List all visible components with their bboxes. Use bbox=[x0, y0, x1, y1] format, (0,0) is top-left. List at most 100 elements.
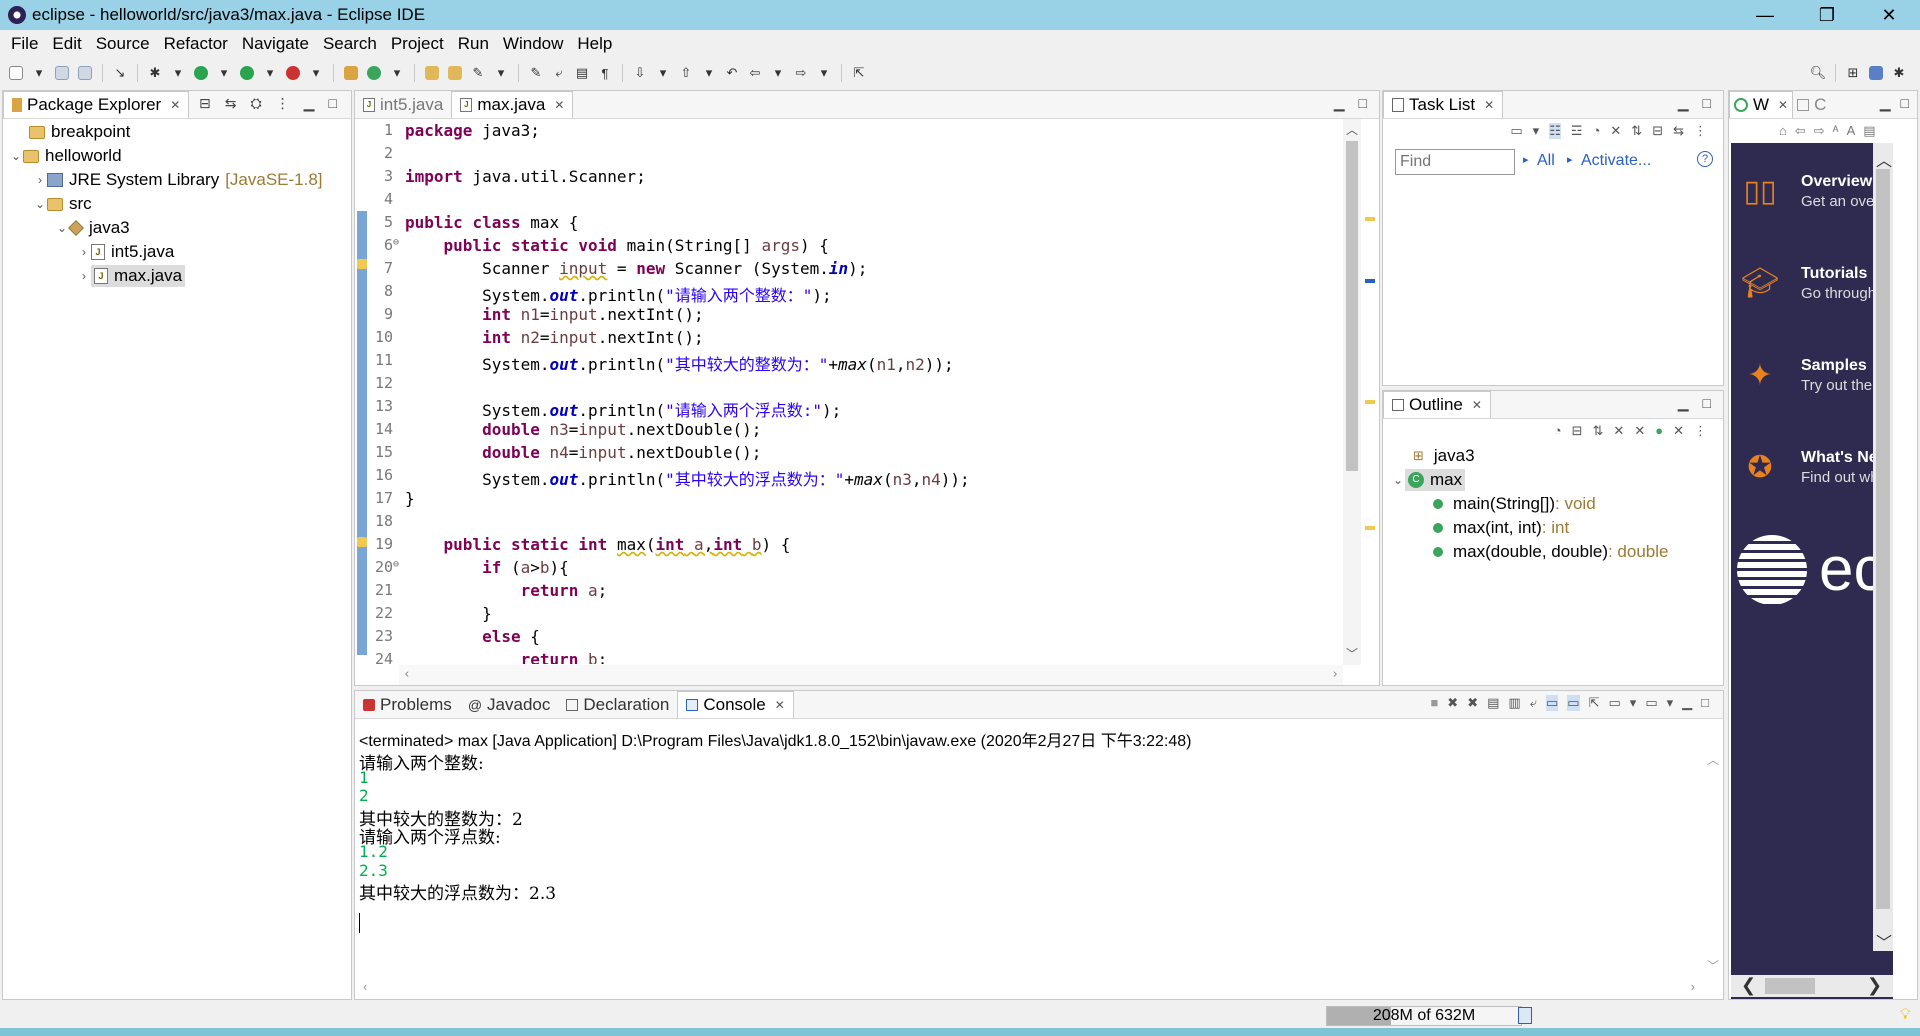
open-type-icon[interactable] bbox=[422, 63, 442, 83]
chevron-down-icon[interactable]: ⌄ bbox=[33, 197, 47, 211]
close-icon[interactable]: ✕ bbox=[1472, 398, 1482, 412]
new-java-package-icon[interactable] bbox=[341, 63, 361, 83]
home-icon[interactable]: ⌂ bbox=[1779, 123, 1787, 139]
previous-annotation-icon[interactable]: ⇧ bbox=[676, 63, 696, 83]
save-all-icon[interactable] bbox=[75, 63, 95, 83]
show-whitespace-icon[interactable]: ¶ bbox=[595, 63, 615, 83]
code-line[interactable]: System.out.println("其中较大的整数为："+max(n1,n2… bbox=[405, 351, 954, 375]
tab-task-list[interactable]: Task List ✕ bbox=[1383, 91, 1504, 118]
tab-int5-java[interactable]: J int5.java bbox=[355, 91, 451, 118]
customize-icon[interactable]: ▤ bbox=[1863, 123, 1875, 139]
dropdown-icon[interactable]: ▾ bbox=[306, 63, 326, 83]
code-area[interactable]: 1 2 3 4 5 6 7 8 9 10 11 12 13 14 15 16 1… bbox=[355, 119, 1379, 685]
view-menu-icon[interactable]: ⋮ bbox=[276, 95, 290, 112]
next-annotation-icon[interactable]: ⇩ bbox=[630, 63, 650, 83]
link-with-editor-icon[interactable]: ⇆ bbox=[225, 95, 237, 112]
menu-refactor[interactable]: Refactor bbox=[157, 34, 235, 54]
heap-status[interactable]: 208M of 632M bbox=[1326, 1006, 1522, 1026]
lightbulb-icon[interactable]: 💡︎ bbox=[1900, 1006, 1911, 1023]
tree-item-java3[interactable]: ⌄ java3 bbox=[55, 217, 130, 239]
link-icon[interactable]: ⇆ bbox=[1673, 123, 1684, 139]
forward-icon[interactable]: ⇨ bbox=[1814, 123, 1825, 139]
dropdown-icon[interactable]: ▾ bbox=[1630, 695, 1637, 711]
new-task-icon[interactable]: ▭ bbox=[1510, 123, 1522, 139]
hide-static-icon[interactable]: ✕ bbox=[1634, 423, 1645, 439]
code-line[interactable]: package java3; bbox=[405, 121, 540, 140]
overview-warning-marker[interactable] bbox=[1365, 400, 1375, 404]
code-line[interactable]: double n4=input.nextDouble(); bbox=[405, 443, 761, 462]
outline-item-java3[interactable]: ⊞ java3 bbox=[1413, 445, 1475, 467]
collapse-all-icon[interactable]: ⊟ bbox=[1652, 123, 1663, 139]
tab-javadoc[interactable]: @ Javadoc bbox=[460, 691, 559, 718]
tab-welcome[interactable]: W ✕ bbox=[1729, 91, 1794, 118]
view-menu-icon[interactable]: ⋮ bbox=[1694, 123, 1707, 139]
chevron-down-icon[interactable]: ⌄ bbox=[9, 149, 23, 163]
minimize-view-icon[interactable]: ▁ bbox=[1678, 95, 1689, 112]
code-line[interactable]: System.out.println("请输入两个整数："); bbox=[405, 282, 832, 306]
categorized-icon[interactable]: ☷ bbox=[1549, 123, 1561, 139]
menu-help[interactable]: Help bbox=[570, 34, 619, 54]
open-console-icon[interactable]: ▭ bbox=[1645, 695, 1657, 711]
welcome-vertical-scrollbar[interactable]: ︿ ﹀ bbox=[1873, 143, 1893, 952]
welcome-horizontal-scrollbar[interactable]: ❮ ❯ bbox=[1731, 975, 1893, 997]
tab-declaration[interactable]: Declaration bbox=[558, 691, 677, 718]
show-on-stderr-icon[interactable]: ▭ bbox=[1567, 695, 1580, 711]
terminate-icon[interactable]: ■ bbox=[1430, 695, 1438, 711]
close-button[interactable]: ✕ bbox=[1858, 0, 1920, 30]
welcome-samples[interactable]: ✦ Samples Try out the sa bbox=[1731, 347, 1893, 407]
console-horizontal-scrollbar[interactable]: ‹ › bbox=[355, 977, 1703, 999]
welcome-whats-new[interactable]: ✪ What's New Find out wha bbox=[1731, 439, 1893, 499]
pin-console-icon[interactable]: ⇱ bbox=[1589, 695, 1600, 711]
outline-item-max-int[interactable]: max(int, int) : int bbox=[1433, 517, 1569, 539]
show-on-stdout-icon[interactable]: ▭ bbox=[1545, 695, 1559, 711]
scroll-thumb[interactable] bbox=[1876, 169, 1890, 909]
code-line[interactable]: int n2=input.nextInt(); bbox=[405, 328, 704, 347]
coverage-icon[interactable] bbox=[237, 63, 257, 83]
focus-icon[interactable]: ◔ bbox=[1554, 423, 1562, 439]
code-line[interactable]: } bbox=[405, 604, 492, 623]
welcome-tutorials[interactable]: 🎓︎ Tutorials Go through tu bbox=[1731, 255, 1893, 315]
code-line[interactable]: return b; bbox=[405, 650, 608, 664]
outline-item-max[interactable]: ⌄ C max bbox=[1391, 469, 1466, 491]
code-line[interactable]: public class max { bbox=[405, 213, 578, 232]
task-find-input[interactable] bbox=[1395, 149, 1515, 175]
code-line[interactable]: return a; bbox=[405, 581, 608, 600]
block-selection-icon[interactable]: ▤ bbox=[572, 63, 592, 83]
minimize-view-icon[interactable]: ▁ bbox=[1334, 95, 1345, 112]
welcome-overview[interactable]: ▯▯ Overview Get an overv bbox=[1731, 163, 1893, 223]
dropdown-icon[interactable]: ▾ bbox=[214, 63, 234, 83]
close-icon[interactable]: ✕ bbox=[170, 98, 180, 112]
code-line[interactable]: double n3=input.nextDouble(); bbox=[405, 420, 761, 439]
display-console-icon[interactable]: ▭ bbox=[1608, 695, 1620, 711]
editor-vertical-scrollbar[interactable]: ︿ ﹀ bbox=[1343, 119, 1361, 665]
debug-icon[interactable]: ✱ bbox=[145, 63, 165, 83]
minimize-view-icon[interactable]: ▁ bbox=[1678, 395, 1689, 412]
chevron-right-icon[interactable]: › bbox=[33, 173, 47, 187]
outline-item-max-double[interactable]: max(double, double) : double bbox=[1433, 541, 1668, 563]
overview-warning-marker[interactable] bbox=[1365, 526, 1375, 530]
dropdown-icon[interactable]: ▾ bbox=[491, 63, 511, 83]
close-icon[interactable]: ✕ bbox=[1484, 98, 1494, 112]
minimize-button[interactable]: — bbox=[1734, 0, 1796, 30]
dropdown-icon[interactable]: ▾ bbox=[1533, 123, 1540, 139]
search-icon[interactable]: 🔍︎ bbox=[1808, 63, 1828, 83]
tab-max-java[interactable]: J max.java ✕ bbox=[451, 91, 574, 118]
dropdown-icon[interactable]: ▾ bbox=[168, 63, 188, 83]
chevron-down-icon[interactable]: ⌄ bbox=[55, 221, 69, 235]
minimize-view-icon[interactable]: ▁ bbox=[1682, 695, 1692, 711]
clear-console-icon[interactable]: ▥ bbox=[1508, 695, 1520, 711]
sync-icon[interactable]: ⇅ bbox=[1631, 123, 1642, 139]
outline-item-main[interactable]: main(String[]) : void bbox=[1433, 493, 1596, 515]
external-tools-icon[interactable] bbox=[283, 63, 303, 83]
dropdown-icon[interactable]: ▾ bbox=[1667, 695, 1674, 711]
tree-item-helloworld[interactable]: ⌄ helloworld bbox=[9, 145, 122, 167]
debug-perspective-icon[interactable]: ✱ bbox=[1889, 63, 1909, 83]
menu-run[interactable]: Run bbox=[451, 34, 496, 54]
skip-breakpoints-icon[interactable]: ↘ bbox=[110, 63, 130, 83]
collapse-all-icon[interactable]: ⊟ bbox=[1572, 423, 1583, 439]
new-icon[interactable] bbox=[6, 63, 26, 83]
filters-icon[interactable]: ⛭ bbox=[250, 95, 261, 112]
maximize-view-icon[interactable]: □ bbox=[1359, 95, 1367, 112]
scroll-left-icon[interactable]: ‹ bbox=[403, 667, 411, 682]
dropdown-icon[interactable]: ▾ bbox=[814, 63, 834, 83]
